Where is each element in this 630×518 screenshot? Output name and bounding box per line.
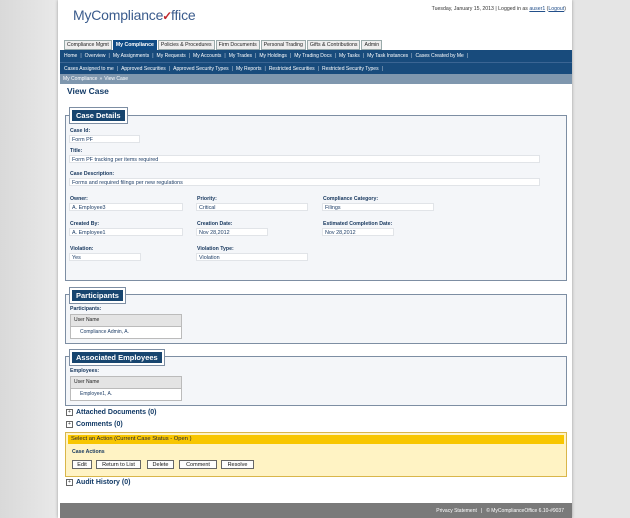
background-left xyxy=(0,0,58,518)
priority-label: Priority: xyxy=(197,196,217,202)
case-details-heading: Case Details xyxy=(69,107,128,124)
tab-firm-documents[interactable]: Firm Documents xyxy=(215,40,260,50)
comments-label: Comments (0) xyxy=(76,421,123,428)
participants-heading: Participants xyxy=(69,287,126,304)
expand-plus-icon[interactable]: + xyxy=(66,409,73,416)
tab-personal-trading[interactable]: Personal Trading xyxy=(260,40,306,50)
tab-my-compliance[interactable]: My Compliance xyxy=(112,40,157,50)
copyright-text: © MyComplianceOffice 6.10-#9037 xyxy=(486,507,564,514)
breadcrumb-my-compliance[interactable]: My Compliance xyxy=(63,76,97,82)
created-by-value: A. Employee1 xyxy=(69,228,183,236)
nav-my-assignments[interactable]: My Assignments xyxy=(113,53,149,59)
edit-button[interactable]: Edit xyxy=(72,460,92,469)
created-by-label: Created By: xyxy=(70,221,100,227)
breadcrumb-current: View Case xyxy=(104,76,129,82)
violation-type-label: Violation Type: xyxy=(197,246,234,252)
date-login-text: Tuesday, January 15, 2013 | Logged in as xyxy=(431,6,528,12)
nav-overview[interactable]: Overview xyxy=(85,53,106,59)
est-completion-label: Estimated Completion Date: xyxy=(323,221,393,227)
return-to-list-button[interactable]: Return to List xyxy=(96,460,141,469)
nav-my-accounts[interactable]: My Accounts xyxy=(193,53,221,59)
audit-history-toggle[interactable]: + Audit History (0) xyxy=(66,479,130,486)
nav-cases-assigned[interactable]: Cases Assigned to me xyxy=(64,66,114,72)
footer: Privacy Statement | © MyComplianceOffice… xyxy=(60,503,572,518)
attached-documents-toggle[interactable]: + Attached Documents (0) xyxy=(66,409,157,416)
violation-value: Yes xyxy=(69,253,141,261)
participants-section: Participants: User Name Compliance Admin… xyxy=(65,294,567,344)
logo[interactable]: MyCompliance✓ffice xyxy=(73,7,196,23)
nav-restricted-security-types[interactable]: Restricted Security Types xyxy=(322,66,379,72)
breadcrumb: My Compliance » View Case xyxy=(60,74,572,84)
creation-date-label: Creation Date: xyxy=(197,221,233,227)
case-actions-label: Case Actions xyxy=(72,449,105,455)
tab-policies[interactable]: Policies & Procedures xyxy=(157,40,215,50)
comments-toggle[interactable]: + Comments (0) xyxy=(66,421,123,428)
nav-cases-created[interactable]: Cases Created by Me xyxy=(415,53,463,59)
employees-heading: Associated Employees xyxy=(69,349,165,366)
priority-value: Critical xyxy=(196,203,308,211)
violation-label: Violation: xyxy=(70,246,94,252)
owner-label: Owner: xyxy=(70,196,88,202)
nav-restricted-securities[interactable]: Restricted Securities xyxy=(269,66,315,72)
privacy-link[interactable]: Privacy Statement xyxy=(436,508,477,514)
nav-approved-security-types[interactable]: Approved Security Types xyxy=(173,66,229,72)
participants-header-username: User Name xyxy=(71,315,181,327)
action-header: Select an Action (Current Case Status - … xyxy=(68,435,564,444)
nav-my-tasks[interactable]: My Tasks xyxy=(339,53,360,59)
description-value: Forms and required filings per new regul… xyxy=(69,178,540,186)
employees-header-username: User Name xyxy=(71,377,181,389)
participants-label: Participants: xyxy=(70,306,102,312)
logout-link[interactable]: Logout xyxy=(548,6,564,12)
nav-my-task-instances[interactable]: My Task Instances xyxy=(367,53,408,59)
comment-button[interactable]: Comment xyxy=(179,460,217,469)
description-label: Case Description: xyxy=(70,171,115,177)
employees-label: Employees: xyxy=(70,368,100,374)
nav-home[interactable]: Home xyxy=(64,53,77,59)
sub-nav-primary: Home | Overview | My Assignments | My Reque… xyxy=(60,50,572,62)
sub-nav-secondary: Cases Assigned to me | Approved Securitie… xyxy=(60,62,572,74)
delete-button[interactable]: Delete xyxy=(147,460,174,469)
title-label: Title: xyxy=(70,148,83,154)
nav-my-reports[interactable]: My Reports xyxy=(236,66,262,72)
page-title: View Case xyxy=(67,86,109,96)
case-id-label: Case Id: xyxy=(70,128,91,134)
nav-my-holdings[interactable]: My Holdings xyxy=(259,53,287,59)
expand-plus-icon[interactable]: + xyxy=(66,479,73,486)
tab-compliance-mgmt[interactable]: Compliance Mgmt xyxy=(64,40,112,50)
resolve-button[interactable]: Resolve xyxy=(221,460,254,469)
nav-approved-securities[interactable]: Approved Securities xyxy=(121,66,166,72)
table-row: Employee1, A. xyxy=(80,391,113,397)
tab-gifts[interactable]: Gifts & Contributions xyxy=(306,40,361,50)
creation-date-value: Nov 28,2012 xyxy=(196,228,268,236)
category-label: Compliance Category: xyxy=(323,196,379,202)
page: MyCompliance✓ffice Tuesday, January 15, … xyxy=(58,0,572,518)
est-completion-value: Nov 28,2012 xyxy=(322,228,394,236)
nav-my-trading-docs[interactable]: My Trading Docs xyxy=(294,53,332,59)
logo-text: MyCompliance xyxy=(73,7,164,23)
user-link[interactable]: auser1 xyxy=(529,6,545,12)
breadcrumb-separator: » xyxy=(99,76,103,82)
attached-documents-label: Attached Documents (0) xyxy=(76,409,157,416)
user-info: Tuesday, January 15, 2013 | Logged in as… xyxy=(431,6,566,12)
main-tabs: Compliance Mgmt My Compliance Policies &… xyxy=(64,40,383,50)
case-id-value: Form PF xyxy=(69,135,140,143)
employees-table: User Name Employee1, A. xyxy=(70,376,182,401)
violation-type-value: Violation xyxy=(196,253,308,261)
table-row: Compliance Admin, A. xyxy=(80,329,129,335)
action-panel: Select an Action (Current Case Status - … xyxy=(65,432,567,477)
logo-text-end: ffice xyxy=(171,7,196,23)
tab-admin[interactable]: Admin xyxy=(361,40,383,50)
case-details-section: Case Id: Form PF Title: Form PF tracking… xyxy=(65,115,567,281)
category-value: Filings xyxy=(322,203,434,211)
owner-value: A. Employee3 xyxy=(69,203,183,211)
title-value: Form PF tracking per items required xyxy=(69,155,540,163)
expand-plus-icon[interactable]: + xyxy=(66,421,73,428)
nav-my-requests[interactable]: My Requests xyxy=(157,53,186,59)
audit-history-label: Audit History (0) xyxy=(76,479,131,486)
participants-table: User Name Compliance Admin, A. xyxy=(70,314,182,339)
nav-my-trades[interactable]: My Trades xyxy=(229,53,252,59)
